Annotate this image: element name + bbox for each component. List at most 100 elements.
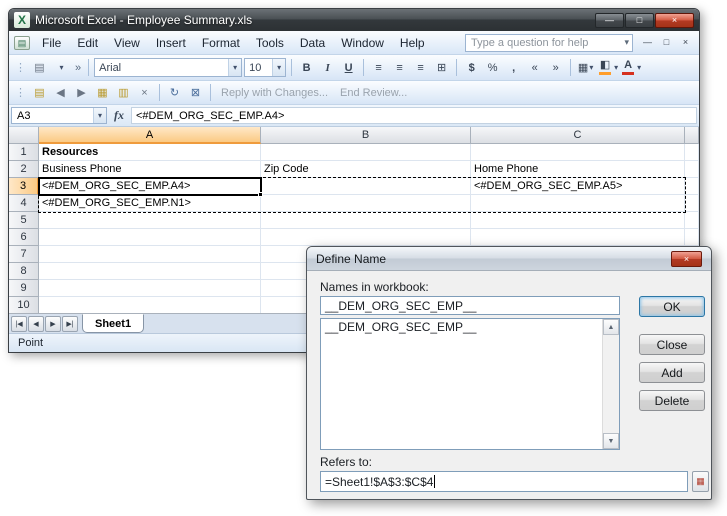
row-header-7[interactable]: 7 <box>9 246 39 263</box>
minimize-icon[interactable]: — <box>595 13 624 28</box>
row-header-6[interactable]: 6 <box>9 229 39 246</box>
menu-tools[interactable]: Tools <box>248 33 292 53</box>
workbook-restore-icon[interactable]: □ <box>658 35 675 50</box>
menu-window[interactable]: Window <box>333 33 392 53</box>
name-box[interactable]: A3 ▾ <box>11 107 107 124</box>
insert-function-icon[interactable]: fx <box>110 108 128 123</box>
comma-style-button[interactable]: , <box>504 58 523 77</box>
cell-b2[interactable]: Zip Code <box>261 161 471 178</box>
previous-sheet-icon[interactable]: ◀ <box>28 316 44 332</box>
cell[interactable] <box>471 212 685 229</box>
cell[interactable] <box>261 229 471 246</box>
menu-insert[interactable]: Insert <box>148 33 194 53</box>
cell[interactable] <box>39 246 261 263</box>
align-left-icon[interactable]: ≡ <box>369 58 388 77</box>
first-sheet-icon[interactable]: |◀ <box>11 316 27 332</box>
next-comment-icon[interactable]: ▶ <box>72 83 91 102</box>
chevron-down-icon[interactable]: ▾ <box>228 59 241 76</box>
row-header-3[interactable]: 3 <box>9 178 39 195</box>
cell-b3[interactable] <box>261 178 471 195</box>
cell[interactable] <box>39 297 261 313</box>
chevron-down-icon[interactable]: ▾ <box>624 37 629 48</box>
cell[interactable] <box>39 280 261 297</box>
font-name-combobox[interactable]: Arial ▾ <box>94 58 242 77</box>
tab-sheet1[interactable]: Sheet1 <box>82 314 144 333</box>
underline-button[interactable]: U <box>339 58 358 77</box>
mail-recipient-icon[interactable]: ⊠ <box>186 83 205 102</box>
previous-comment-icon[interactable]: ◀ <box>51 83 70 102</box>
name-input[interactable]: __DEM_ORG_SEC_EMP__ <box>320 296 620 315</box>
names-listbox[interactable]: __DEM_ORG_SEC_EMP__ ▲ ▼ <box>320 318 620 450</box>
workbook-minimize-icon[interactable]: — <box>639 35 656 50</box>
formula-input[interactable]: <#DEM_ORG_SEC_EMP.A4> <box>131 107 697 124</box>
cell-a4[interactable]: <#DEM_ORG_SEC_EMP.N1> <box>39 195 261 212</box>
chevron-down-icon[interactable]: ▾ <box>52 58 71 77</box>
scroll-down-icon[interactable]: ▼ <box>603 433 619 449</box>
cell-a2[interactable]: Business Phone <box>39 161 261 178</box>
cell-c1[interactable] <box>471 144 685 161</box>
menu-file[interactable]: File <box>34 33 69 53</box>
ok-button[interactable]: OK <box>639 296 705 317</box>
cell[interactable] <box>685 195 699 212</box>
last-sheet-icon[interactable]: ▶| <box>62 316 78 332</box>
cell[interactable] <box>261 212 471 229</box>
column-header-b[interactable]: B <box>261 127 471 144</box>
question-help-input[interactable]: Type a question for help ▾ <box>465 34 633 52</box>
menu-data[interactable]: Data <box>292 33 333 53</box>
row-header-9[interactable]: 9 <box>9 280 39 297</box>
cell[interactable] <box>685 161 699 178</box>
cell[interactable] <box>685 178 699 195</box>
row-header-10[interactable]: 10 <box>9 297 39 313</box>
dialog-close-icon[interactable]: × <box>671 251 702 267</box>
update-file-icon[interactable]: ↻ <box>165 83 184 102</box>
listbox-scrollbar[interactable]: ▲ ▼ <box>602 319 619 449</box>
row-header-5[interactable]: 5 <box>9 212 39 229</box>
title-bar[interactable]: X Microsoft Excel - Employee Summary.xls… <box>9 9 699 31</box>
merge-center-icon[interactable]: ⊞ <box>432 58 451 77</box>
refers-to-input[interactable]: =Sheet1!$A$3:$C$4 <box>320 471 688 492</box>
cell-b1[interactable] <box>261 144 471 161</box>
row-header-4[interactable]: 4 <box>9 195 39 212</box>
delete-button[interactable]: Delete <box>639 390 705 411</box>
show-all-comments-icon[interactable]: ▥ <box>114 83 133 102</box>
cell[interactable] <box>39 229 261 246</box>
add-button[interactable]: Add <box>639 362 705 383</box>
toolbar-grip-icon[interactable]: ⋮ <box>13 86 28 99</box>
cell-c3[interactable]: <#DEM_ORG_SEC_EMP.A5> <box>471 178 685 195</box>
font-size-combobox[interactable]: 10 ▾ <box>244 58 286 77</box>
select-all-corner[interactable] <box>9 127 39 144</box>
maximize-icon[interactable]: □ <box>625 13 654 28</box>
clipboard-icon[interactable]: ▤ <box>30 58 49 77</box>
cell-a3-selected[interactable]: <#DEM_ORG_SEC_EMP.A4> <box>39 178 261 195</box>
cell[interactable] <box>685 229 699 246</box>
row-header-8[interactable]: 8 <box>9 263 39 280</box>
list-item[interactable]: __DEM_ORG_SEC_EMP__ <box>321 319 619 335</box>
borders-button[interactable]: ▦ ▾ <box>576 58 595 77</box>
bold-button[interactable]: B <box>297 58 316 77</box>
reply-with-changes-button[interactable]: Reply with Changes... <box>216 87 333 99</box>
menu-format[interactable]: Format <box>194 33 248 53</box>
dialog-title-bar[interactable]: Define Name × <box>307 247 711 271</box>
currency-style-button[interactable]: $ <box>462 58 481 77</box>
column-header-a[interactable]: A <box>39 127 261 144</box>
cell[interactable] <box>685 212 699 229</box>
close-button[interactable]: Close <box>639 334 705 355</box>
chevron-down-icon[interactable]: ▾ <box>93 108 106 123</box>
align-center-icon[interactable]: ≡ <box>390 58 409 77</box>
column-header-c[interactable]: C <box>471 127 685 144</box>
toolbar-overflow-icon[interactable]: » <box>73 62 83 74</box>
workbook-close-icon[interactable]: × <box>677 35 694 50</box>
font-color-button[interactable]: A ▾ <box>620 58 641 77</box>
cell-a1[interactable]: Resources <box>39 144 261 161</box>
chevron-down-icon[interactable]: ▾ <box>272 59 285 76</box>
collapse-dialog-button[interactable]: ▦ <box>692 471 709 492</box>
next-sheet-icon[interactable]: ▶ <box>45 316 61 332</box>
end-review-button[interactable]: End Review... <box>335 87 412 99</box>
decrease-indent-icon[interactable]: « <box>525 58 544 77</box>
cell-c2[interactable]: Home Phone <box>471 161 685 178</box>
cell[interactable] <box>685 144 699 161</box>
cell[interactable] <box>39 212 261 229</box>
close-icon[interactable]: × <box>655 13 694 28</box>
row-header-1[interactable]: 1 <box>9 144 39 161</box>
menu-help[interactable]: Help <box>392 33 433 53</box>
